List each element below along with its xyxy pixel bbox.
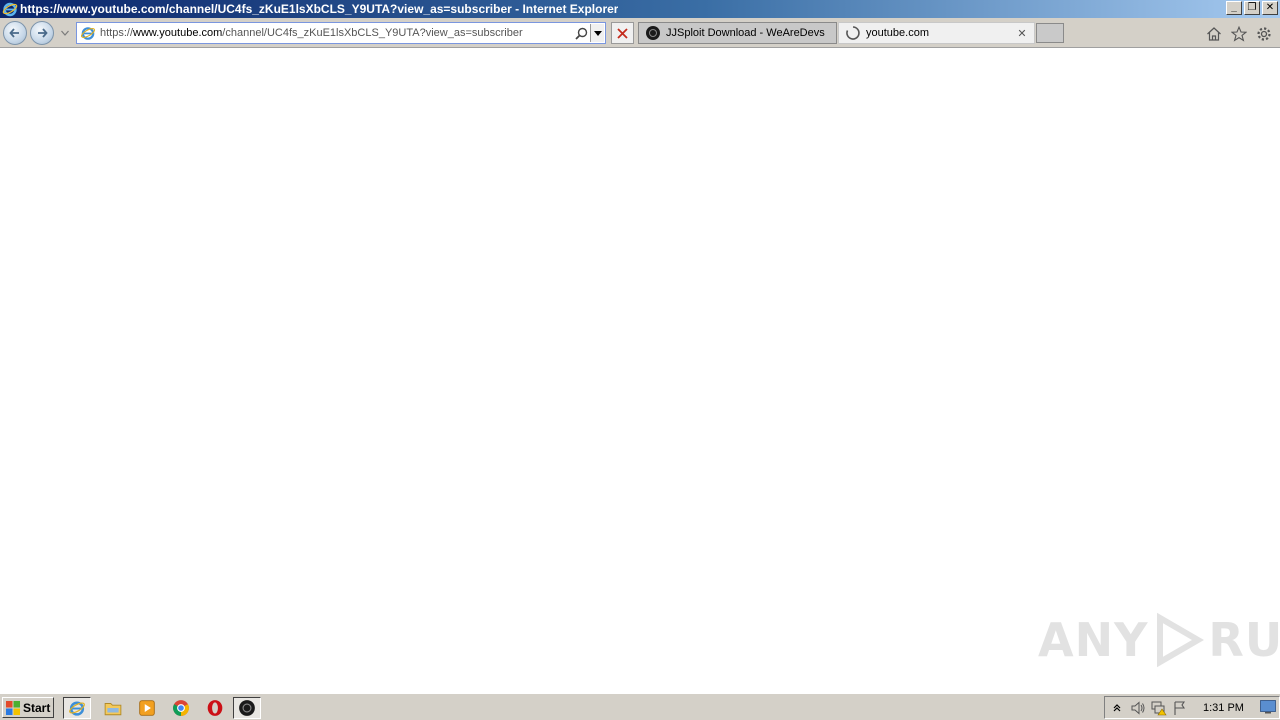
settings-gear-icon — [1257, 27, 1271, 41]
url-text[interactable]: https://www.youtube.com/channel/UC4fs_zK… — [100, 27, 572, 39]
loading-spinner-icon — [846, 26, 860, 40]
stop-x-icon — [617, 27, 628, 39]
taskbar-opera[interactable] — [201, 697, 229, 719]
address-bar[interactable]: https://www.youtube.com/channel/UC4fs_zK… — [76, 22, 606, 44]
favorites-star-icon — [1231, 26, 1247, 42]
arrow-right-icon — [38, 28, 48, 38]
url-host: www.youtube.com — [133, 27, 223, 39]
close-button[interactable]: ✕ — [1262, 1, 1278, 15]
wearedevs-icon — [239, 700, 255, 716]
tab-label: JJSploit Download - WeAreDevs — [666, 27, 825, 39]
page-content[interactable] — [0, 49, 1280, 693]
windows-flag-icon — [6, 700, 20, 715]
volume-button[interactable] — [1129, 699, 1147, 717]
watermark-text-right: RUN — [1208, 613, 1280, 667]
forward-button[interactable] — [30, 21, 54, 45]
tab-youtube[interactable]: youtube.com ✕ — [838, 22, 1035, 44]
watermark-text-left: ANY — [1038, 613, 1149, 667]
show-desktop-icon[interactable] — [1260, 700, 1276, 714]
favorites-button[interactable] — [1230, 25, 1248, 43]
network-button[interactable] — [1150, 699, 1168, 717]
start-label: Start — [23, 700, 51, 715]
address-dropdown-button[interactable] — [590, 24, 604, 42]
window-title: https://www.youtube.com/channel/UC4fs_zK… — [20, 2, 619, 16]
start-button[interactable]: Start — [2, 697, 54, 718]
internet-explorer-icon — [69, 701, 85, 716]
internet-explorer-icon — [2, 2, 18, 17]
chevron-up-icon — [1113, 703, 1121, 711]
system-tray: 1:31 PM — [1104, 696, 1280, 719]
restore-button[interactable]: ❐ — [1244, 1, 1260, 15]
taskbar-clock[interactable]: 1:31 PM — [1203, 702, 1244, 714]
anyrun-watermark: ANY RUN — [1038, 610, 1280, 670]
home-icon — [1207, 27, 1221, 41]
tab-jjsploit[interactable]: JJSploit Download - WeAreDevs — [638, 22, 837, 44]
window-title-bar[interactable]: https://www.youtube.com/channel/UC4fs_zK… — [0, 0, 1280, 18]
window-controls: _ ❐ ✕ — [1226, 1, 1278, 15]
taskbar-chrome[interactable] — [167, 697, 195, 719]
search-icon — [574, 27, 587, 40]
opera-icon — [207, 700, 223, 716]
tab-label: youtube.com — [866, 27, 929, 39]
browser-toolbar: https://www.youtube.com/channel/UC4fs_zK… — [0, 18, 1280, 48]
minimize-button[interactable]: _ — [1226, 1, 1242, 15]
taskbar: Start 1:31 PM — [0, 693, 1280, 720]
file-explorer-icon — [104, 703, 122, 716]
chevron-down-icon — [61, 30, 69, 36]
url-path: /channel/UC4fs_zKuE1lsXbCLS_Y9UTA?view_a… — [222, 27, 523, 39]
show-hidden-icons-button[interactable] — [1108, 699, 1126, 717]
recent-pages-dropdown[interactable] — [59, 27, 71, 39]
stop-button[interactable] — [611, 22, 634, 44]
chrome-icon — [173, 700, 189, 716]
internet-explorer-page-icon — [80, 27, 96, 40]
settings-button[interactable] — [1255, 25, 1273, 43]
new-tab-button[interactable] — [1036, 23, 1064, 43]
arrow-left-icon — [9, 28, 19, 38]
tab-close-icon[interactable]: ✕ — [1015, 26, 1029, 40]
taskbar-wearedevs[interactable] — [233, 697, 261, 719]
flag-icon — [1174, 700, 1186, 715]
back-button[interactable] — [3, 21, 27, 45]
taskbar-file-explorer[interactable] — [99, 697, 127, 719]
speaker-icon — [1131, 700, 1145, 715]
taskbar-internet-explorer[interactable] — [63, 697, 91, 719]
play-logo-icon — [1157, 612, 1205, 668]
action-center-button[interactable] — [1171, 699, 1189, 717]
url-scheme: https:// — [100, 27, 134, 39]
media-player-icon — [139, 700, 155, 716]
network-warning-icon — [1151, 701, 1167, 715]
taskbar-media-player[interactable] — [133, 697, 161, 719]
search-button[interactable] — [572, 24, 590, 42]
wearedevs-icon — [646, 26, 660, 40]
triangle-down-icon — [593, 30, 602, 36]
home-button[interactable] — [1205, 25, 1223, 43]
